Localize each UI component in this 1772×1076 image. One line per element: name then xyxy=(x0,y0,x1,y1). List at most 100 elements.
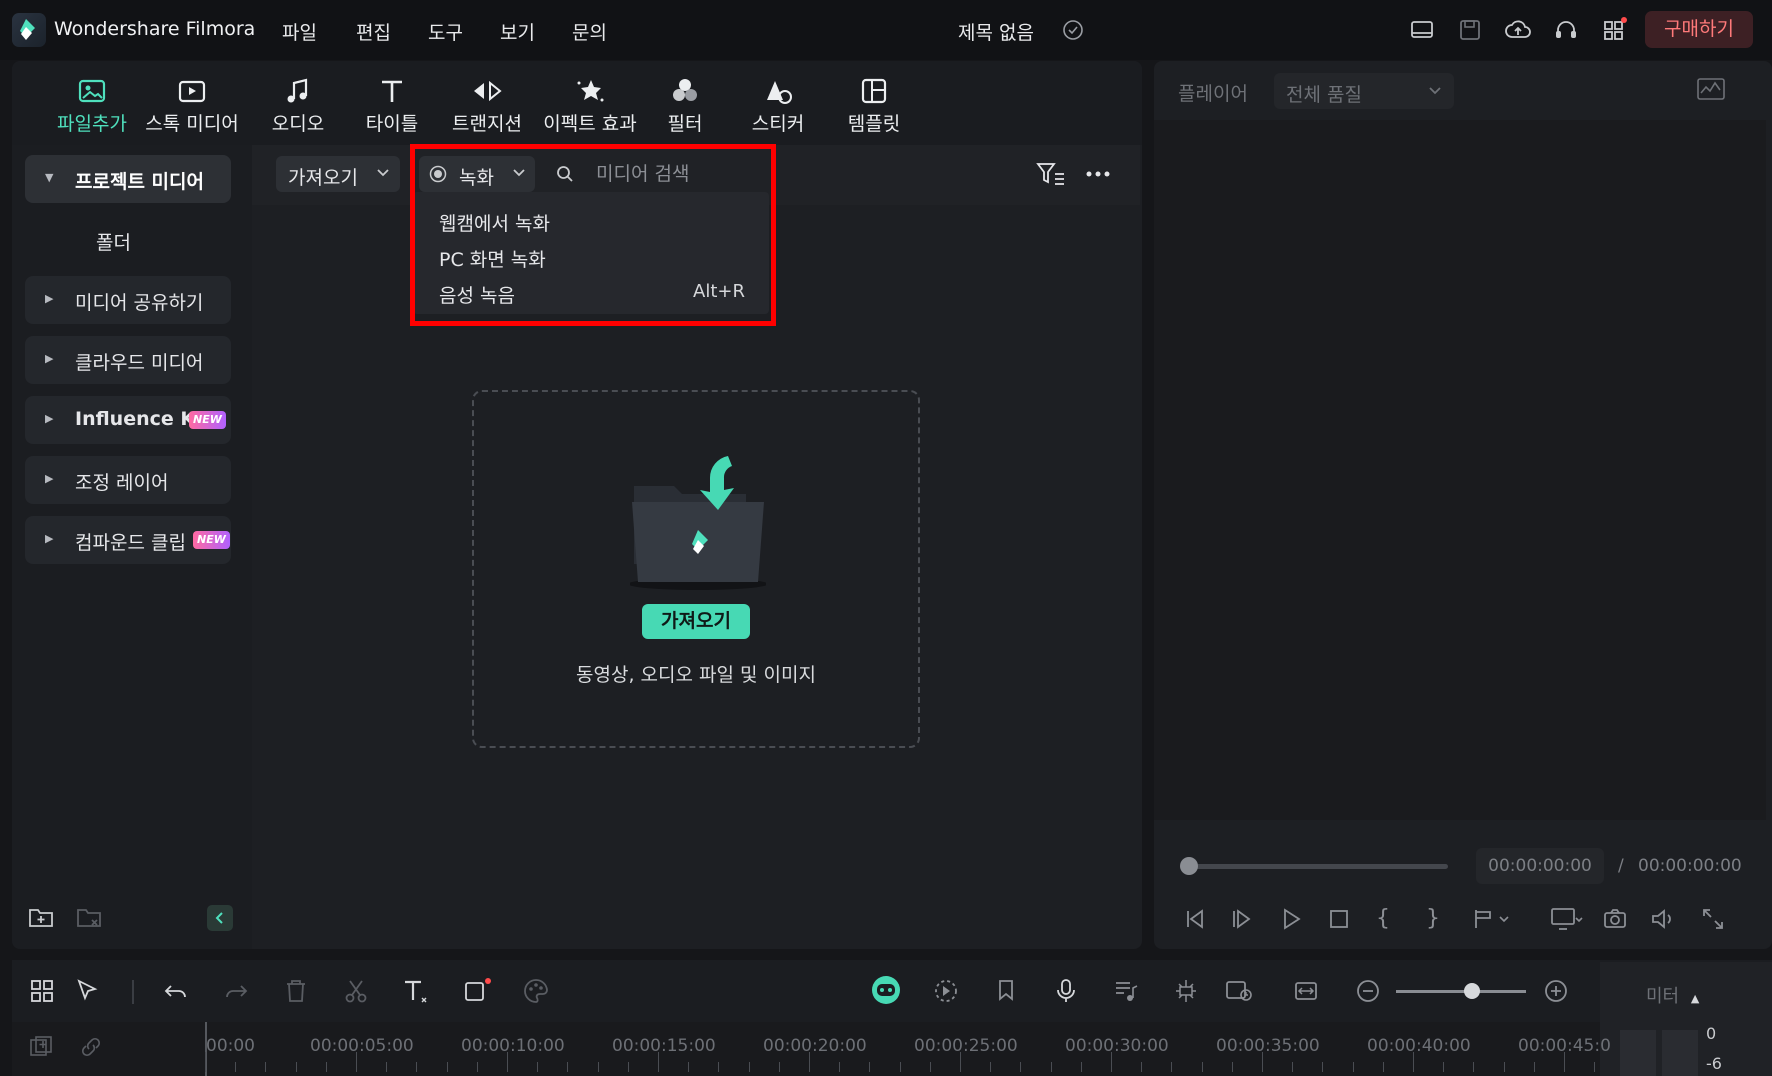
tab-label: 필터 xyxy=(667,113,703,135)
total-time: 00:00:00:00 xyxy=(1638,856,1742,876)
delete-trash-icon[interactable] xyxy=(282,977,310,1005)
tab-stickers[interactable]: 스티커 xyxy=(738,75,818,139)
sidebar-item-media-share[interactable]: ▶ 미디어 공유하기 xyxy=(25,276,231,324)
microphone-icon[interactable] xyxy=(1052,977,1080,1005)
tab-label: 이펙트 효과 xyxy=(543,113,637,135)
tab-audio[interactable]: 오디오 xyxy=(258,75,338,139)
current-time: 00:00:00:00 xyxy=(1488,856,1592,876)
auto-beat-icon[interactable] xyxy=(932,977,960,1005)
playback-progress-knob[interactable] xyxy=(1180,857,1198,875)
sidebar-item-compound-clip[interactable]: ▶ 컴파운드 클립 NEW xyxy=(25,516,231,564)
meter-bar-right xyxy=(1662,1030,1698,1076)
marker-flag-icon[interactable] xyxy=(992,977,1020,1005)
tab-titles[interactable]: 타이틀 xyxy=(352,75,432,139)
sidebar-item-label: 조정 레이어 xyxy=(75,472,169,494)
menu-edit[interactable]: 편집 xyxy=(356,18,391,45)
tab-import-media[interactable]: 파일추가 xyxy=(42,75,142,139)
snapshot-camera-icon[interactable] xyxy=(1602,906,1628,932)
toolbar-divider xyxy=(132,980,134,1004)
split-scissors-icon[interactable] xyxy=(342,977,370,1005)
tab-stock-media[interactable]: 스톡 미디어 xyxy=(136,75,248,139)
quality-dropdown[interactable]: 전체 품질 xyxy=(1274,73,1454,109)
more-options-icon[interactable] xyxy=(1084,162,1112,186)
sidebar-item-adjustment-layer[interactable]: ▶ 조정 레이어 xyxy=(25,456,231,504)
volume-icon[interactable] xyxy=(1650,906,1676,932)
transition-icon xyxy=(470,75,504,107)
tab-label: 스티커 xyxy=(751,113,805,135)
import-dropdown[interactable]: 가져오기 xyxy=(276,156,400,192)
zoom-in-icon[interactable] xyxy=(1542,977,1570,1005)
document-title: 제목 없음 xyxy=(958,22,1034,44)
caret-up-icon: ▲ xyxy=(1690,992,1700,1005)
snap-magnet-icon[interactable] xyxy=(1172,977,1200,1005)
highlight-annotation-box xyxy=(410,144,776,326)
sidebar-item-influence-kit[interactable]: ▶ Influence Kit NEW xyxy=(25,396,231,444)
zoom-slider-track[interactable] xyxy=(1396,990,1526,993)
apps-grid-icon[interactable] xyxy=(1600,16,1628,44)
layout-icon[interactable] xyxy=(1408,16,1436,44)
expand-down-icon: ▼ xyxy=(45,171,54,184)
time-separator: / xyxy=(1618,856,1624,876)
menu-file[interactable]: 파일 xyxy=(282,18,317,45)
filmora-logo-icon xyxy=(12,13,46,47)
tab-transitions[interactable]: 트랜지션 xyxy=(442,75,532,139)
zoom-out-icon[interactable] xyxy=(1354,977,1382,1005)
select-pointer-icon[interactable] xyxy=(74,977,102,1005)
audio-list-icon[interactable] xyxy=(1112,977,1140,1005)
meter-toggle[interactable]: 미터 ▲ xyxy=(1646,982,1699,1008)
effects-sparkle-icon xyxy=(573,75,607,107)
buy-button[interactable]: 구매하기 xyxy=(1645,11,1753,48)
menu-help[interactable]: 문의 xyxy=(572,18,607,45)
tab-label: 파일추가 xyxy=(57,113,127,135)
sidebar-item-label: 미디어 공유하기 xyxy=(75,292,204,314)
import-dropdown-label: 가져오기 xyxy=(288,167,358,189)
waveform-monitor-icon[interactable] xyxy=(1696,76,1726,102)
display-settings-icon[interactable] xyxy=(1550,906,1584,932)
menu-view[interactable]: 보기 xyxy=(500,18,535,45)
crop-shape-icon[interactable] xyxy=(462,977,492,1005)
stop-icon[interactable] xyxy=(1326,906,1352,932)
headset-support-icon[interactable] xyxy=(1552,16,1580,44)
cloud-upload-icon[interactable] xyxy=(1504,16,1532,44)
tab-effects[interactable]: 이펙트 효과 xyxy=(538,75,642,139)
color-palette-icon[interactable] xyxy=(522,977,550,1005)
fit-timeline-icon[interactable] xyxy=(1292,977,1320,1005)
tab-filters[interactable]: 필터 xyxy=(650,75,720,139)
new-folder-icon[interactable] xyxy=(28,905,54,929)
zoom-slider-knob[interactable] xyxy=(1464,983,1480,999)
tab-templates[interactable]: 템플릿 xyxy=(834,75,914,139)
sidebar-item-cloud-media[interactable]: ▶ 클라우드 미디어 xyxy=(25,336,231,384)
menu-tools[interactable]: 도구 xyxy=(428,18,463,45)
previous-frame-icon[interactable] xyxy=(1182,906,1208,932)
add-text-icon[interactable] xyxy=(402,977,432,1005)
drop-import-button[interactable]: 가져오기 xyxy=(642,604,750,639)
meter-scale-label: -6 xyxy=(1706,1054,1722,1073)
sidebar-item-label: 프로젝트 미디어 xyxy=(75,171,204,193)
meter-scale-label: 0 xyxy=(1706,1024,1717,1043)
delete-folder-icon[interactable] xyxy=(76,905,102,929)
add-track-icon[interactable] xyxy=(28,1034,54,1060)
playback-progress-track[interactable] xyxy=(1188,864,1448,869)
next-frame-icon[interactable] xyxy=(1230,906,1256,932)
play-icon[interactable] xyxy=(1278,906,1304,932)
chevron-down-icon xyxy=(1428,84,1442,98)
preview-render-icon[interactable] xyxy=(1224,977,1254,1005)
save-icon[interactable] xyxy=(1456,16,1484,44)
multi-select-grid-icon[interactable] xyxy=(28,977,56,1005)
mark-in-icon[interactable]: { xyxy=(1376,906,1390,931)
sidebar-item-folder[interactable]: 폴더 xyxy=(96,228,131,255)
tab-label: 템플릿 xyxy=(847,113,901,135)
mark-out-icon[interactable]: } xyxy=(1426,906,1440,931)
collapse-sidebar-button[interactable] xyxy=(207,905,233,931)
link-icon[interactable] xyxy=(78,1034,104,1060)
sidebar-item-project-media[interactable]: ▼ 프로젝트 미디어 xyxy=(25,155,231,203)
expand-right-icon: ▶ xyxy=(45,472,54,485)
expand-right-icon: ▶ xyxy=(45,532,54,545)
redo-icon[interactable] xyxy=(222,977,250,1005)
music-note-icon xyxy=(281,75,315,107)
undo-icon[interactable] xyxy=(162,977,190,1005)
fullscreen-icon[interactable] xyxy=(1700,906,1726,932)
marker-menu-icon[interactable] xyxy=(1472,906,1512,932)
filter-sort-icon[interactable] xyxy=(1036,160,1066,188)
ai-copilot-icon[interactable] xyxy=(870,974,902,1006)
